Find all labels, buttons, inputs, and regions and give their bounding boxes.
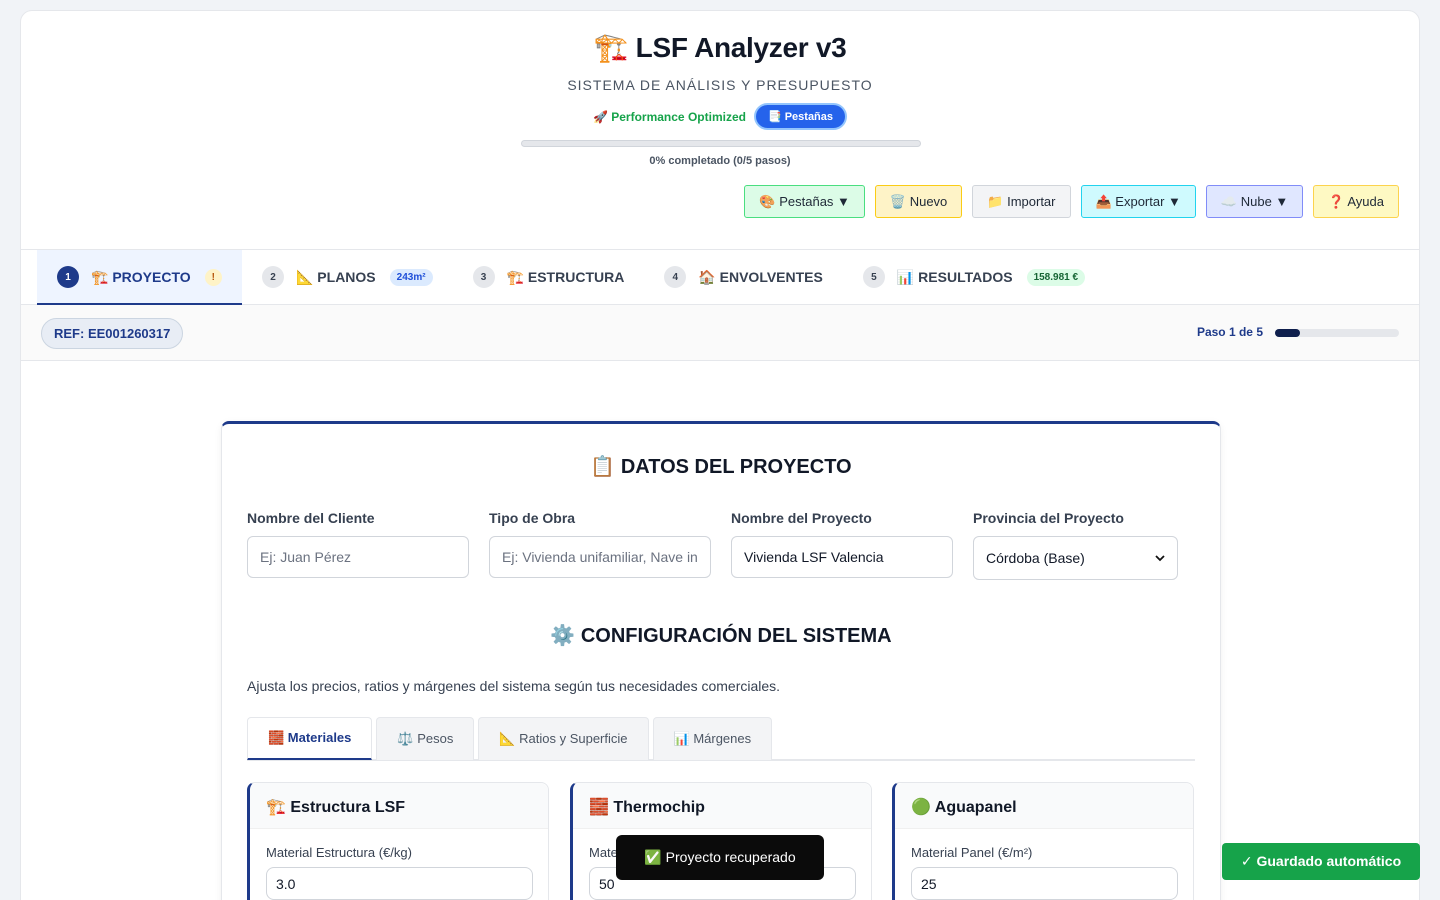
material-price-label: Material Panel (€/m²) bbox=[911, 845, 1033, 860]
overall-progress-bar bbox=[521, 140, 921, 147]
import-button[interactable]: 📁 Importar bbox=[972, 185, 1071, 218]
cloud-menu-button[interactable]: ☁️ Nube ▼ bbox=[1205, 185, 1304, 218]
help-button[interactable]: ❓ Ayuda bbox=[1313, 185, 1399, 218]
tabs-mode-pill[interactable]: 📑 Pestañas bbox=[753, 103, 848, 130]
header: 🏗️ LSF Analyzer v3 SISTEMA DE ANÁLISIS Y… bbox=[21, 11, 1419, 249]
step-label: 🏗️ PROYECTO bbox=[91, 268, 191, 285]
material-card-title: 🧱 Thermochip bbox=[573, 783, 871, 829]
reference-bar: REF: EE001260317 Paso 1 de 5 bbox=[21, 305, 1419, 361]
material-price-input[interactable]: 25 bbox=[911, 867, 1178, 900]
work-type-field-group: Tipo de Obra bbox=[489, 510, 711, 578]
new-button[interactable]: 🗑️ Nuevo bbox=[874, 185, 963, 218]
work-type-input[interactable] bbox=[489, 536, 711, 578]
work-type-label: Tipo de Obra bbox=[489, 510, 576, 526]
tab-materiales[interactable]: 🧱 Materiales bbox=[247, 717, 373, 760]
client-label: Nombre del Cliente bbox=[247, 510, 375, 526]
tab-proyecto[interactable]: 1 🏗️ PROYECTO ! bbox=[37, 250, 242, 305]
step-progress-fill bbox=[1275, 329, 1300, 337]
toolbar: 🎨 Pestañas ▼ 🗑️ Nuevo 📁 Importar 📤 Expor… bbox=[744, 185, 1399, 218]
toast-notification: ✅ Proyecto recuperado bbox=[616, 835, 824, 880]
pestanas-menu-button[interactable]: 🎨 Pestañas ▼ bbox=[744, 185, 865, 218]
crane-icon: 🏗️ bbox=[593, 32, 629, 63]
province-field-group: Provincia del Proyecto Córdoba (Base) bbox=[973, 510, 1178, 580]
project-section-title: 📋 DATOS DEL PROYECTO bbox=[590, 456, 852, 478]
tab-margenes[interactable]: 📊 Márgenes bbox=[652, 717, 773, 760]
app-title: 🏗️ LSF Analyzer v3 bbox=[593, 32, 847, 63]
tab-pesos[interactable]: ⚖️ Pesos bbox=[376, 717, 475, 760]
tab-planos[interactable]: 2 📐 PLANOS 243m² bbox=[242, 250, 453, 304]
warning-badge: ! bbox=[204, 268, 222, 286]
step-number: 5 bbox=[862, 266, 885, 288]
project-name-label: Nombre del Proyecto bbox=[731, 510, 872, 526]
tab-envolventes[interactable]: 4 🏠 ENVOLVENTES bbox=[644, 250, 843, 304]
tab-ratios[interactable]: 📐 Ratios y Superficie bbox=[478, 717, 649, 760]
material-price-label: Material Estructura (€/kg) bbox=[266, 845, 412, 860]
tab-estructura[interactable]: 3 🏗️ ESTRUCTURA bbox=[453, 250, 645, 304]
performance-badge: 🚀 Performance Optimized bbox=[592, 109, 746, 124]
step-number: 4 bbox=[664, 266, 687, 288]
step-label: 📊 RESULTADOS bbox=[896, 268, 1013, 285]
step-number: 2 bbox=[261, 266, 284, 288]
header-badges: 🚀 Performance Optimized 📑 Pestañas bbox=[21, 103, 1419, 130]
app-subtitle: SISTEMA DE ANÁLISIS Y PRESUPUESTO bbox=[567, 77, 873, 93]
material-card-title: 🏗️ Estructura LSF bbox=[250, 783, 548, 829]
step-counter: Paso 1 de 5 bbox=[1196, 325, 1263, 339]
step-progress-bar bbox=[1275, 329, 1399, 337]
reference-badge: REF: EE001260317 bbox=[41, 318, 184, 349]
material-price-input[interactable]: 3.0 bbox=[266, 867, 533, 900]
total-badge: 158.981 € bbox=[1026, 268, 1086, 286]
step-tabs: 1 🏗️ PROYECTO ! 2 📐 PLANOS 243m² 3 🏗️ ES… bbox=[21, 249, 1419, 305]
step-label: 🏗️ ESTRUCTURA bbox=[506, 268, 625, 285]
autosave-indicator: ✓ Guardado automático bbox=[1222, 843, 1420, 880]
province-label: Provincia del Proyecto bbox=[973, 510, 1124, 526]
project-card: 📋 DATOS DEL PROYECTO Nombre del Cliente … bbox=[221, 421, 1221, 900]
step-number: 3 bbox=[472, 266, 495, 288]
province-selected: Córdoba (Base) bbox=[986, 550, 1085, 566]
config-tabs: 🧱 Materiales ⚖️ Pesos 📐 Ratios y Superfi… bbox=[247, 717, 1195, 761]
tab-resultados[interactable]: 5 📊 RESULTADOS 158.981 € bbox=[843, 250, 1105, 304]
app-window: 🏗️ LSF Analyzer v3 SISTEMA DE ANÁLISIS Y… bbox=[20, 10, 1420, 900]
material-card-title: 🟢 Aguapanel bbox=[895, 783, 1193, 829]
progress-text: 0% completado (0/5 pasos) bbox=[649, 155, 791, 167]
config-description: Ajusta los precios, ratios y márgenes de… bbox=[247, 678, 781, 694]
material-card-aguapanel: 🟢 Aguapanel Material Panel (€/m²) 25 bbox=[892, 782, 1194, 900]
chevron-down-icon bbox=[1155, 555, 1165, 562]
area-badge: 243m² bbox=[389, 268, 433, 286]
config-section-title: ⚙️ CONFIGURACIÓN DEL SISTEMA bbox=[550, 625, 892, 647]
project-name-field-group: Nombre del Proyecto bbox=[731, 510, 953, 578]
client-field-group: Nombre del Cliente bbox=[247, 510, 469, 578]
project-name-input[interactable] bbox=[731, 536, 953, 578]
step-label: 📐 PLANOS bbox=[295, 268, 376, 285]
step-number: 1 bbox=[57, 266, 79, 288]
material-card-estructura: 🏗️ Estructura LSF Material Estructura (€… bbox=[247, 782, 549, 900]
export-menu-button[interactable]: 📤 Exportar ▼ bbox=[1080, 185, 1196, 218]
step-label: 🏠 ENVOLVENTES bbox=[698, 268, 823, 285]
material-price-label: Mate bbox=[589, 845, 618, 860]
client-input[interactable] bbox=[247, 536, 469, 578]
province-select[interactable]: Córdoba (Base) bbox=[973, 536, 1178, 580]
